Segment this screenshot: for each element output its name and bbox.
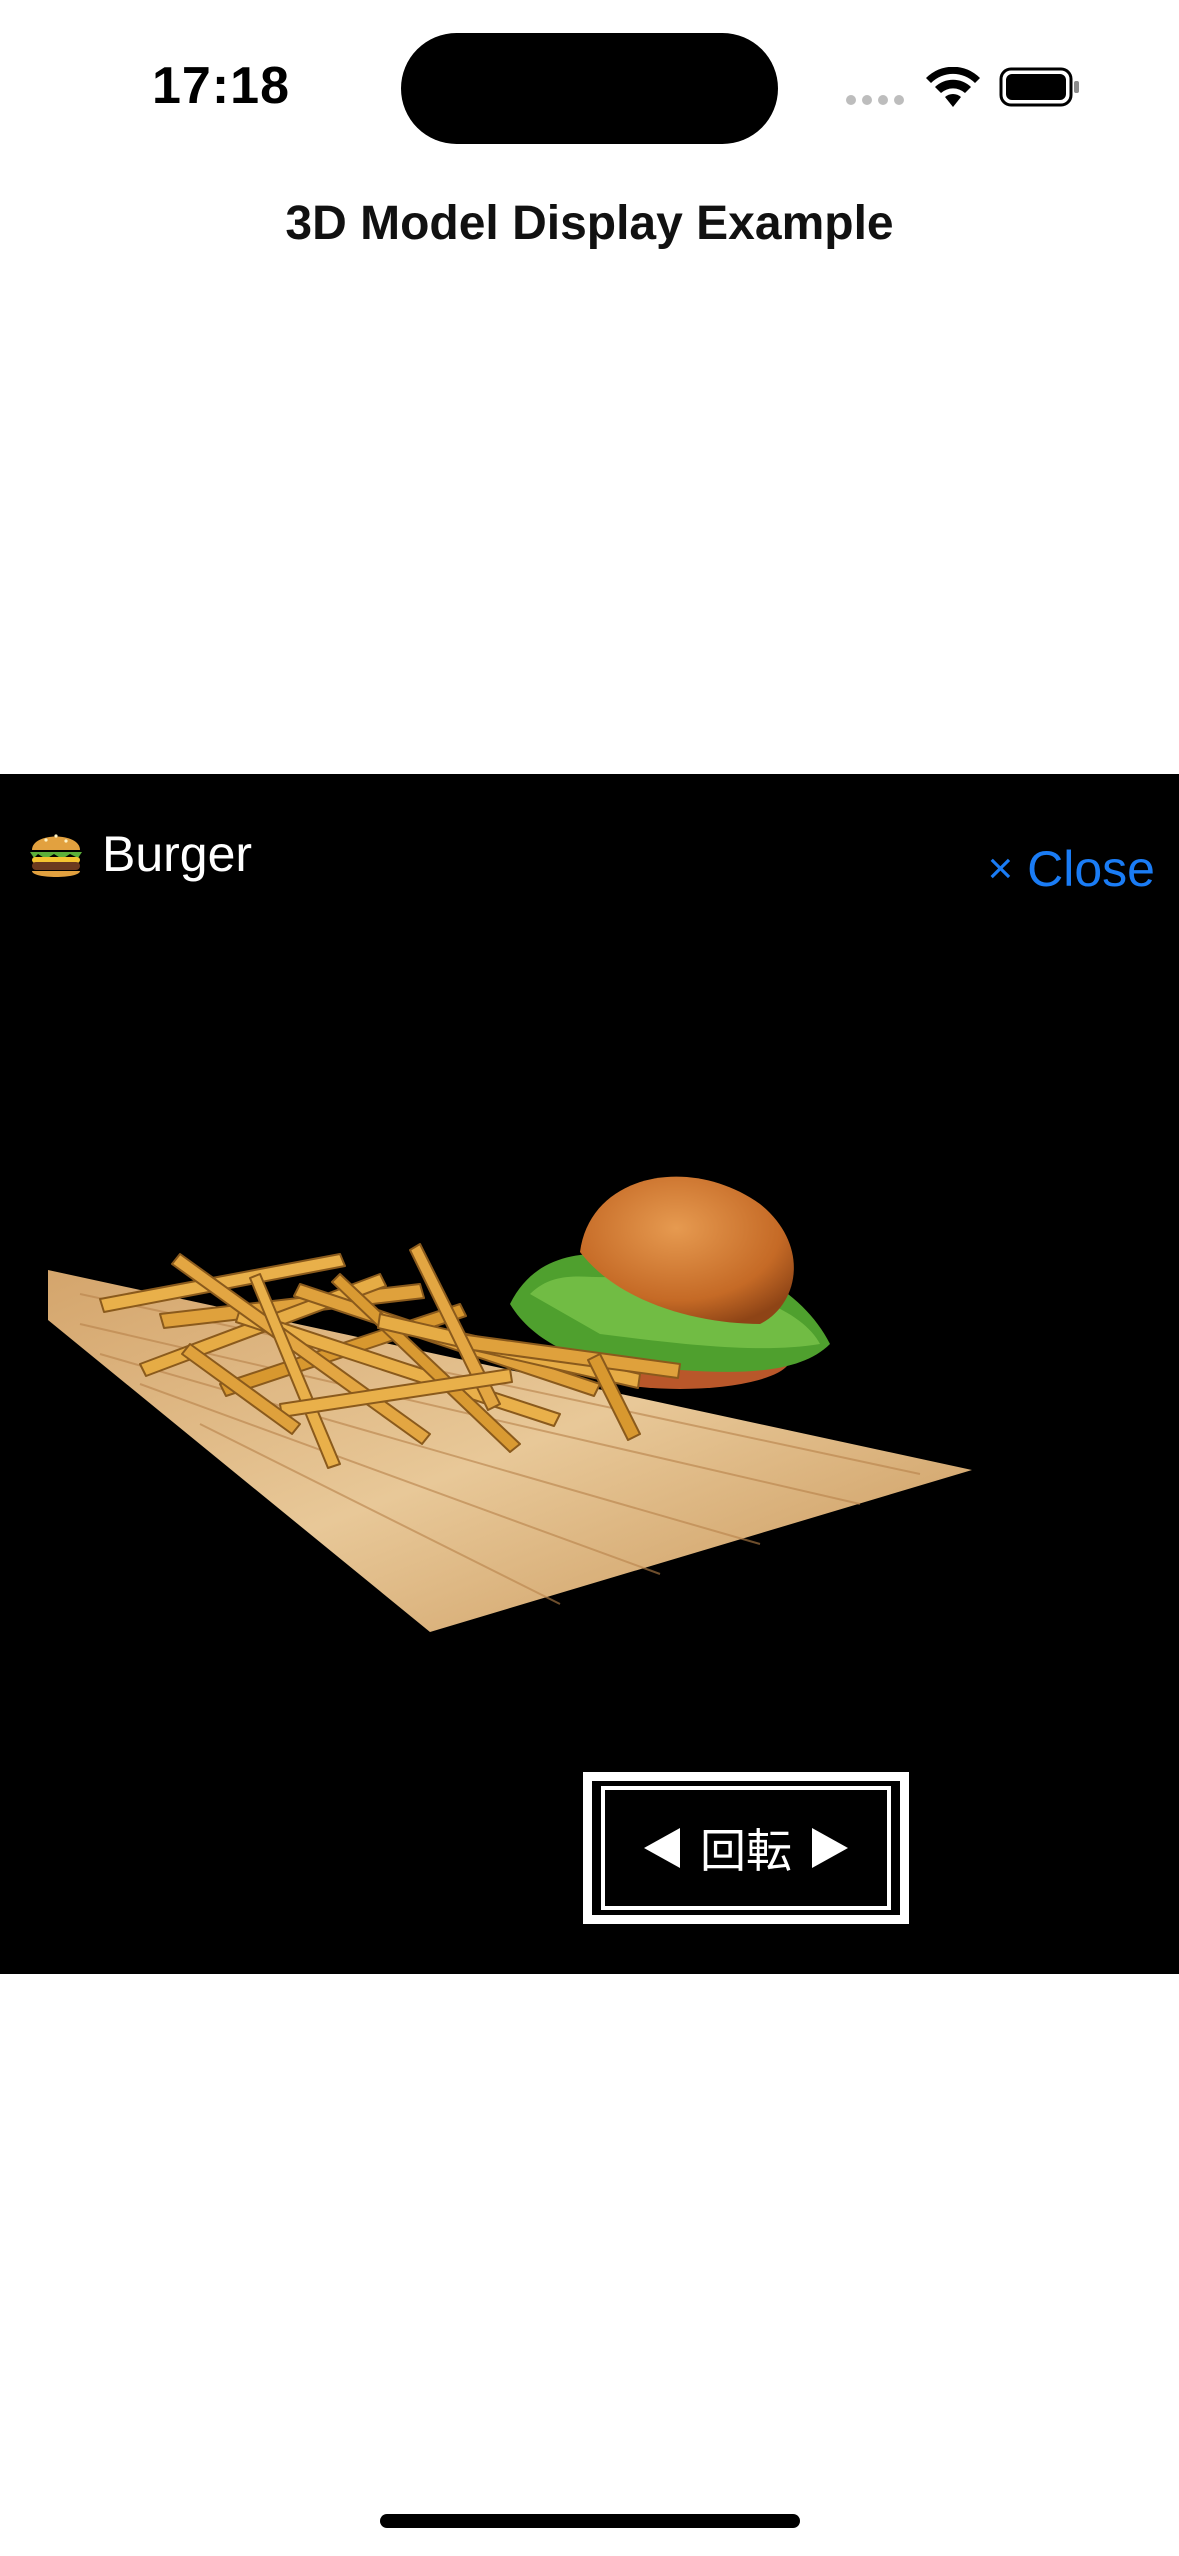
burger-3d-model[interactable] xyxy=(40,1134,1000,1654)
screen: 17:18 3D Model Display Example Burger × … xyxy=(0,0,1179,2556)
close-label: Close xyxy=(1027,841,1155,897)
model-title: Burger xyxy=(26,824,252,884)
battery-icon xyxy=(999,67,1079,107)
home-indicator[interactable] xyxy=(380,2514,800,2528)
wifi-icon xyxy=(926,67,980,107)
close-button[interactable]: × Close xyxy=(987,840,1155,898)
status-time: 17:18 xyxy=(152,57,290,115)
rotate-button-inner: 回転 xyxy=(601,1786,891,1910)
close-icon: × xyxy=(987,844,1014,893)
rotate-left-icon xyxy=(644,1828,680,1868)
page-title: 3D Model Display Example xyxy=(285,197,894,250)
rotate-label: 回転 xyxy=(700,1825,792,1877)
dynamic-island xyxy=(401,33,778,144)
model-name: Burger xyxy=(102,826,253,882)
rotate-button[interactable]: 回転 xyxy=(583,1772,909,1924)
model-viewer[interactable]: Burger × Close 回転 xyxy=(0,774,1179,1974)
hamburger-icon xyxy=(30,834,82,877)
signal-dots-icon xyxy=(846,95,906,107)
rotate-right-icon xyxy=(812,1828,848,1868)
